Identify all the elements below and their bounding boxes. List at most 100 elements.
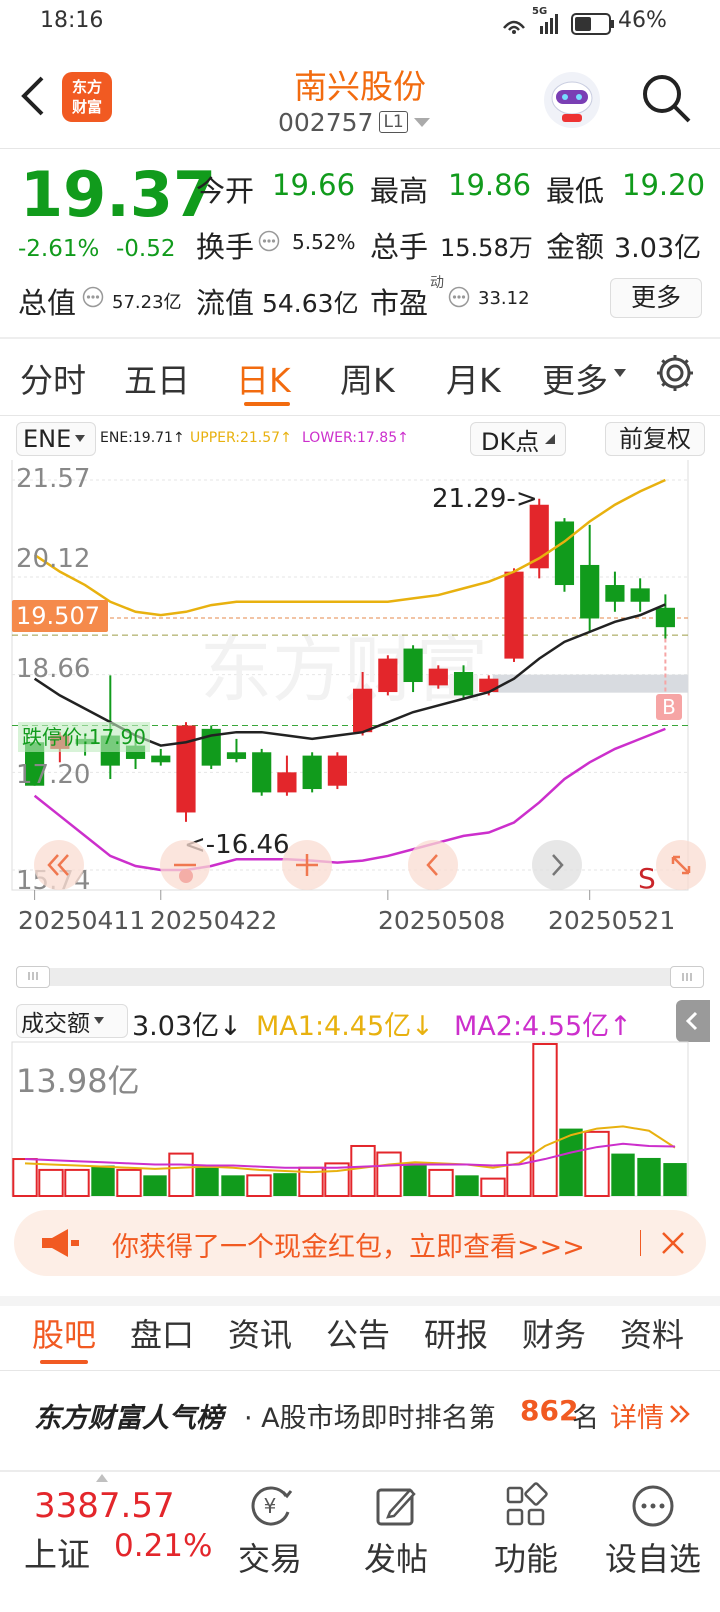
info-dots-icon[interactable]	[258, 230, 280, 252]
banner-divider	[640, 1230, 641, 1256]
candle-body	[226, 752, 247, 759]
functions-label: 功能	[493, 1540, 558, 1578]
y-tick-label: 20.12	[16, 544, 91, 574]
candle-body	[151, 755, 171, 763]
zoom-out-button[interactable]	[160, 840, 210, 890]
range-handle-right[interactable]	[670, 966, 704, 988]
robot-assistant[interactable]	[540, 68, 604, 132]
tab-research[interactable]: 研报	[424, 1310, 488, 1356]
add-watchlist-button[interactable]: 设自选	[598, 1478, 708, 1588]
volume-bar	[350, 1144, 376, 1197]
volume-bar	[221, 1175, 245, 1196]
settings-gear-icon[interactable]	[654, 352, 696, 394]
tab-forum[interactable]: 股吧	[32, 1310, 96, 1356]
change-amount: -0.52	[116, 236, 176, 262]
status-time: 18:16	[40, 8, 104, 33]
more-quote-button[interactable]: 更多	[610, 278, 702, 318]
indicator-name: ENE	[23, 425, 72, 453]
float-value: 54.63亿	[262, 289, 359, 318]
volume-bar	[403, 1163, 427, 1196]
popularity-ranking[interactable]: 东方财富人气榜 · A股市场即时排名第 862 名 详情	[0, 1380, 720, 1446]
x-tick-label: 20250422	[150, 906, 278, 935]
high-value: 19.86	[448, 168, 532, 202]
zoom-in-button[interactable]	[282, 840, 332, 890]
scroll-left-button[interactable]	[408, 840, 458, 890]
tab-weekly-k[interactable]: 周K	[340, 354, 395, 402]
index-name[interactable]: 上证	[24, 1528, 90, 1576]
candle-body	[277, 772, 297, 793]
candle-body	[176, 725, 196, 813]
low-label: 最低	[546, 174, 605, 208]
tab-order-book[interactable]: 盘口	[130, 1310, 194, 1356]
volume-bar	[273, 1173, 297, 1196]
functions-button[interactable]: 功能	[486, 1478, 566, 1588]
megaphone-icon	[42, 1229, 79, 1257]
y-tick-label: 21.57	[16, 464, 91, 494]
post-label: 发帖	[363, 1540, 428, 1578]
tab-daily-k[interactable]: 日K	[236, 354, 291, 402]
edit-icon	[376, 1488, 416, 1526]
info-dots-icon[interactable]	[448, 286, 470, 308]
trade-button[interactable]: ¥ 交易	[230, 1478, 310, 1588]
candle-body	[378, 658, 398, 693]
index-change[interactable]: 0.21%	[114, 1528, 212, 1564]
x-tick-label: 20250411	[18, 906, 146, 935]
tab-monthly-k[interactable]: 月K	[446, 354, 501, 402]
open-label: 今开	[196, 174, 255, 208]
volume-bar	[91, 1165, 115, 1196]
volume-bar	[38, 1168, 64, 1197]
tab-five-day[interactable]: 五日	[124, 354, 190, 402]
caret-down-icon	[75, 435, 86, 442]
adjust-button[interactable]: 前复权	[605, 422, 705, 456]
candle-body	[252, 752, 272, 793]
range-scrollbar[interactable]	[16, 968, 704, 986]
volume-bar	[611, 1153, 635, 1196]
fullscreen-button[interactable]	[656, 840, 706, 890]
double-left-icon	[47, 854, 69, 876]
info-dots-icon[interactable]	[82, 286, 104, 308]
volume-bar	[455, 1175, 479, 1196]
stock-code-row[interactable]: 002757 L1	[278, 106, 430, 138]
candle-body	[327, 755, 347, 786]
volume-bar	[637, 1157, 661, 1196]
tab-more[interactable]: 更多	[542, 354, 608, 402]
tab-financials[interactable]: 财务	[522, 1310, 586, 1356]
indicator-select[interactable]: ENE	[16, 422, 96, 456]
tab-announcements[interactable]: 公告	[326, 1310, 390, 1356]
scroll-far-left-button[interactable]	[34, 840, 84, 890]
volume-bar	[532, 1043, 558, 1197]
chevron-right-icon	[552, 854, 564, 876]
index-value[interactable]: 3387.57	[34, 1486, 175, 1526]
volume-bar	[584, 1130, 610, 1197]
volume-bar	[480, 1177, 506, 1197]
search-button[interactable]	[640, 72, 694, 126]
close-icon[interactable]	[660, 1230, 686, 1256]
current-price: 19.37	[20, 158, 217, 231]
candle-body	[554, 521, 575, 586]
turnover-value: 5.52%	[292, 230, 356, 254]
collapse-panel-button[interactable]	[676, 1000, 710, 1042]
dk-point-button[interactable]: DK点	[470, 422, 566, 456]
sell-signal-label[interactable]: S	[638, 862, 656, 895]
red-packet-banner[interactable]: 你获得了一个现金红包，立即查看>>>	[14, 1210, 706, 1276]
pe-superscript: 动	[430, 275, 444, 291]
pe-value: 33.12	[478, 288, 530, 309]
scroll-right-button[interactable]	[532, 840, 582, 890]
change-percent: -2.61%	[18, 236, 100, 262]
volume-value: 15.58万	[440, 234, 533, 262]
candle-body	[655, 607, 675, 628]
tab-profile[interactable]: 资料	[620, 1310, 684, 1356]
tab-intraday[interactable]: 分时	[20, 354, 86, 402]
range-handle-left[interactable]	[16, 966, 50, 988]
low-value: 19.20	[622, 168, 706, 202]
buy-signal-badge[interactable]: B	[656, 694, 682, 720]
volume-indicator-select[interactable]: 成交额	[16, 1004, 128, 1038]
ranking-detail-link[interactable]: 详情	[610, 1396, 664, 1435]
tab-news[interactable]: 资讯	[228, 1310, 292, 1356]
high-label: 最高	[370, 174, 429, 208]
candlestick-chart[interactable]: 东方财富	[0, 460, 720, 970]
chevron-left-icon	[685, 1011, 698, 1031]
volume-bar	[663, 1163, 687, 1196]
post-button[interactable]: 发帖	[356, 1478, 436, 1588]
upper-value: UPPER:21.57↑	[190, 430, 292, 446]
